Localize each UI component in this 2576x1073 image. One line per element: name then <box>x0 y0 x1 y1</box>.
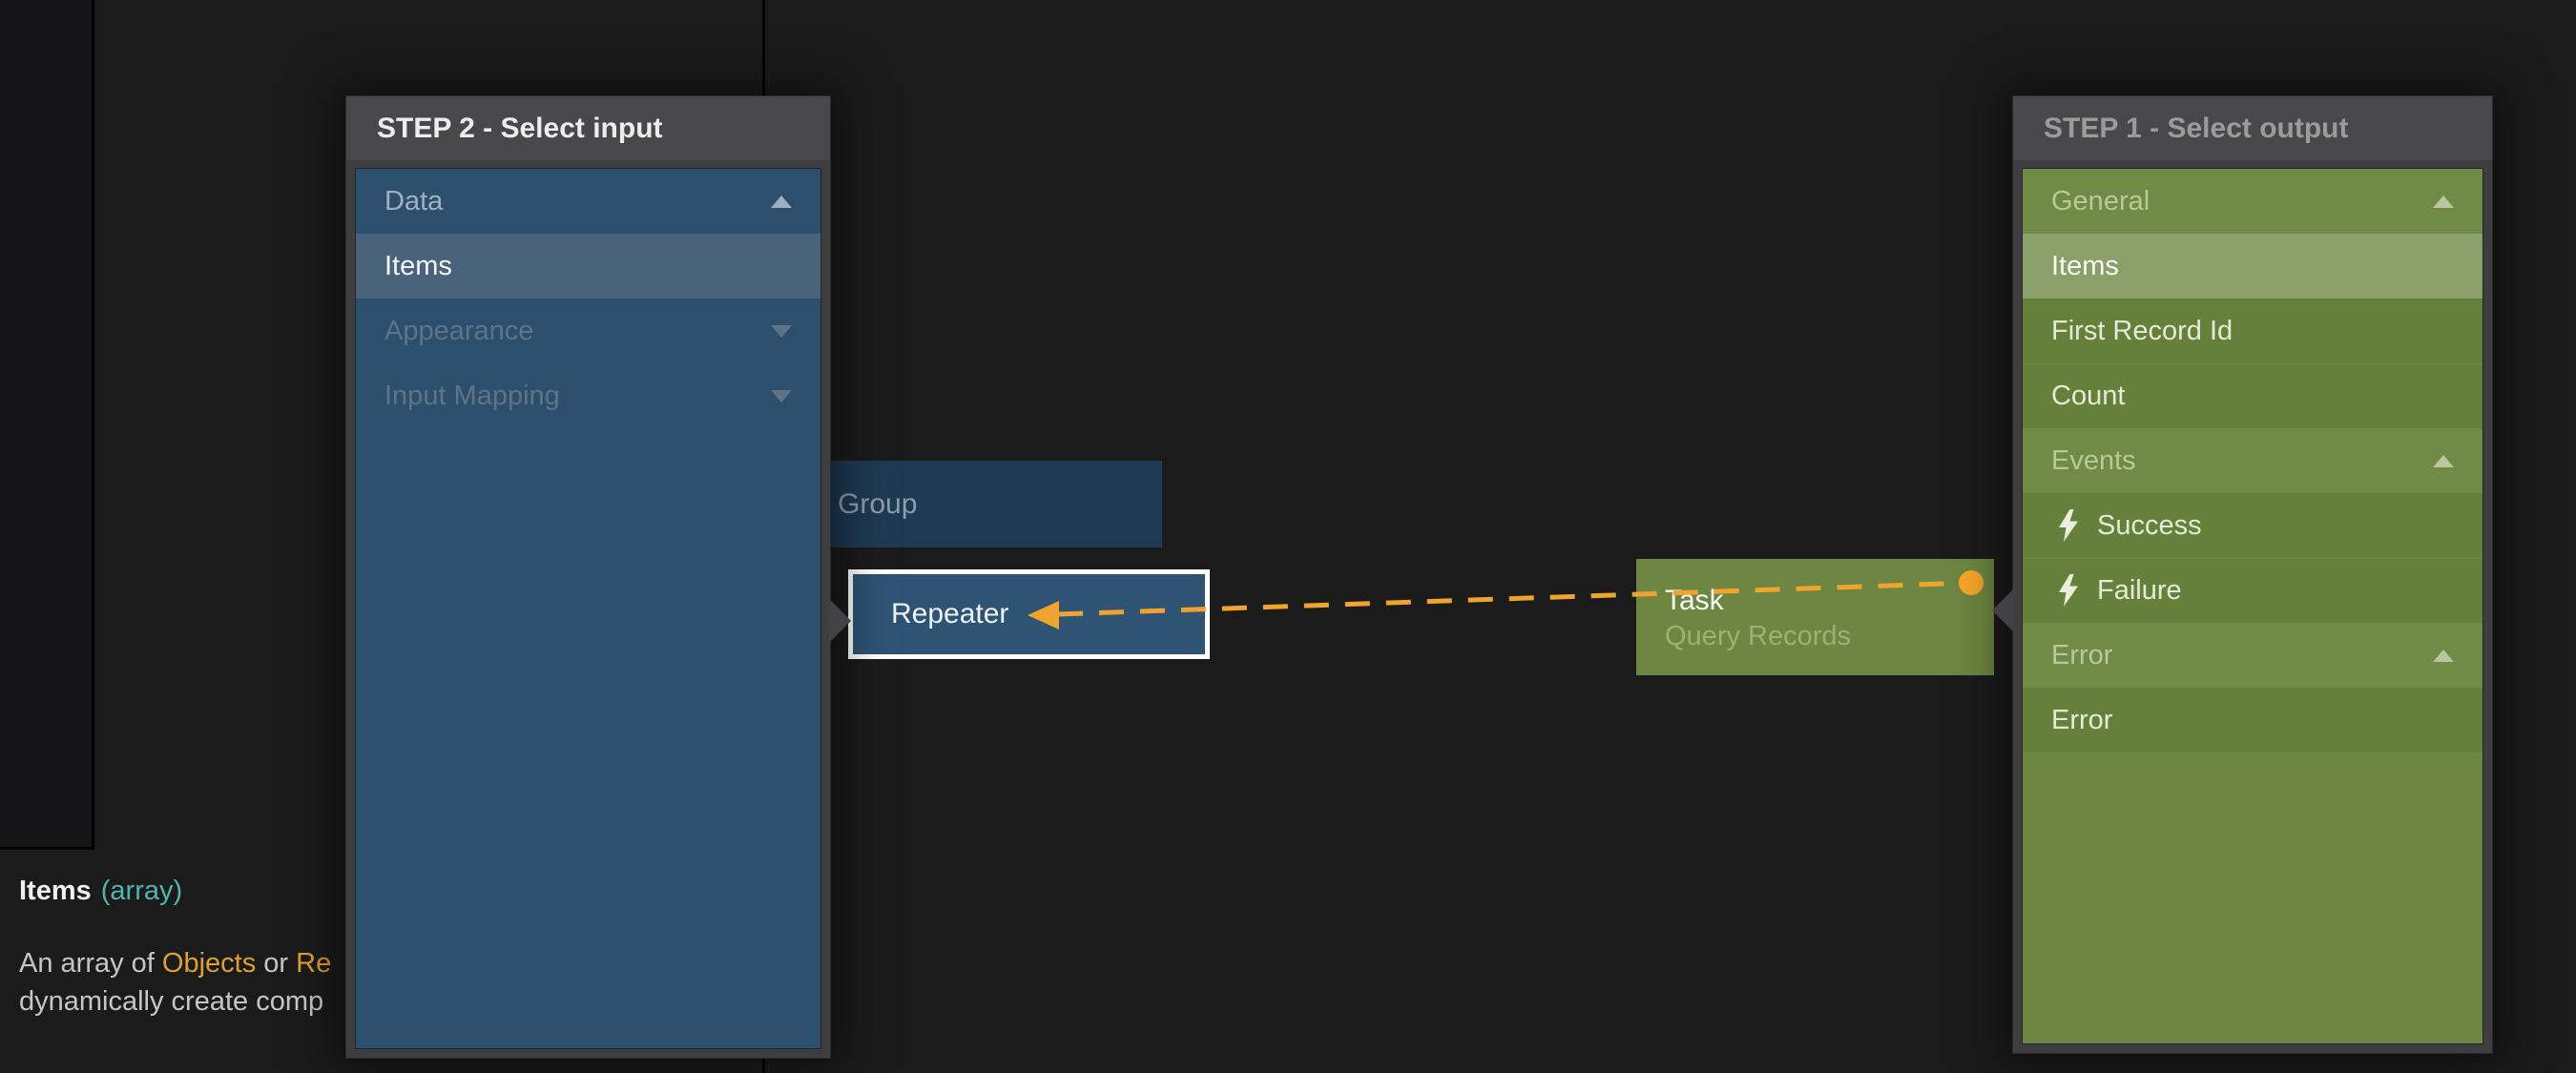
output-section-general[interactable]: General <box>2023 169 2483 234</box>
tooltip-description: An array of Objects or Re dynamically cr… <box>19 944 331 1021</box>
panel-pointer-to-repeater <box>829 599 851 643</box>
task-node-subtitle: Query Records <box>1665 621 1994 652</box>
output-item-first-record-id[interactable]: First Record Id <box>2023 299 2483 363</box>
step1-panel-header: STEP 1 - Select output <box>2013 96 2492 160</box>
step2-input-panel: STEP 2 - Select input Data Items Appeara… <box>345 95 831 1059</box>
repeater-node[interactable]: Repeater <box>848 569 1210 659</box>
chevron-up-icon <box>2433 196 2454 208</box>
chevron-down-icon <box>771 390 792 402</box>
step1-output-panel: STEP 1 - Select output General Items Fir… <box>2012 95 2493 1054</box>
mapping-overlay-screen: Group Repeater Task Query Records Items (… <box>0 0 2576 1073</box>
objects-link: Objects <box>162 948 256 979</box>
output-section-events[interactable]: Events <box>2023 428 2483 493</box>
tooltip-description-line2: dynamically create comp <box>19 982 331 1021</box>
output-section-error[interactable]: Error <box>2023 623 2483 688</box>
tooltip-description-line1: An array of Objects or Re <box>19 944 331 982</box>
repeater-node-label: Repeater <box>891 598 1008 630</box>
input-section-appearance[interactable]: Appearance <box>356 299 821 363</box>
records-link-clipped: Re <box>296 948 331 979</box>
task-node[interactable]: Task Query Records <box>1636 559 1994 675</box>
input-section-input-mapping[interactable]: Input Mapping <box>356 363 821 428</box>
output-item-count[interactable]: Count <box>2023 363 2483 428</box>
step1-panel-body: General Items First Record Id Count Even… <box>2022 168 2483 1044</box>
lightning-icon <box>2057 574 2080 607</box>
chevron-up-icon <box>2433 650 2454 662</box>
canvas-page-region <box>0 0 94 850</box>
input-item-items[interactable]: Items <box>356 234 821 299</box>
tooltip-title: Items (array) <box>19 876 182 907</box>
task-node-title: Task <box>1665 586 1994 616</box>
step2-panel-body: Data Items Appearance Input Mapping <box>355 168 821 1049</box>
panel-pointer-to-task <box>1992 588 2014 632</box>
output-item-error[interactable]: Error <box>2023 688 2483 753</box>
step1-panel-title: STEP 1 - Select output <box>2044 113 2349 145</box>
chevron-up-icon <box>771 196 792 208</box>
input-section-data[interactable]: Data <box>356 169 821 234</box>
output-event-failure[interactable]: Failure <box>2023 558 2483 623</box>
tooltip-field-name: Items <box>19 876 92 906</box>
tooltip-field-type: (array) <box>101 876 182 906</box>
chevron-up-icon <box>2433 455 2454 467</box>
output-item-items[interactable]: Items <box>2023 234 2483 299</box>
chevron-down-icon <box>771 325 792 338</box>
group-node-label: Group <box>838 461 917 547</box>
lightning-icon <box>2057 509 2080 542</box>
step2-panel-header: STEP 2 - Select input <box>346 96 830 160</box>
step2-panel-title: STEP 2 - Select input <box>377 113 663 145</box>
output-event-success[interactable]: Success <box>2023 493 2483 558</box>
